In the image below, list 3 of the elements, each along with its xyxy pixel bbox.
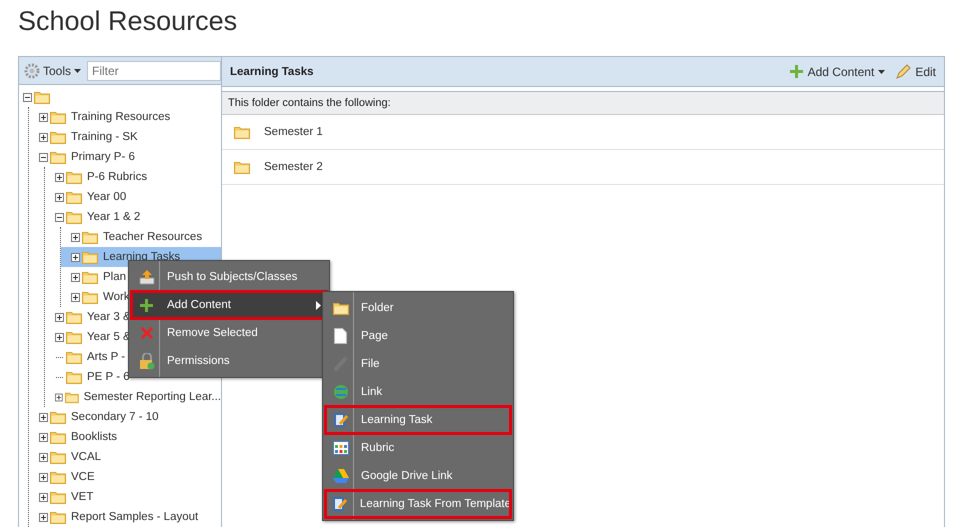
panel-title: Learning Tasks (230, 66, 315, 78)
folder-notice: This folder contains the following: (222, 91, 944, 115)
page-title: School Resources (17, 5, 238, 38)
